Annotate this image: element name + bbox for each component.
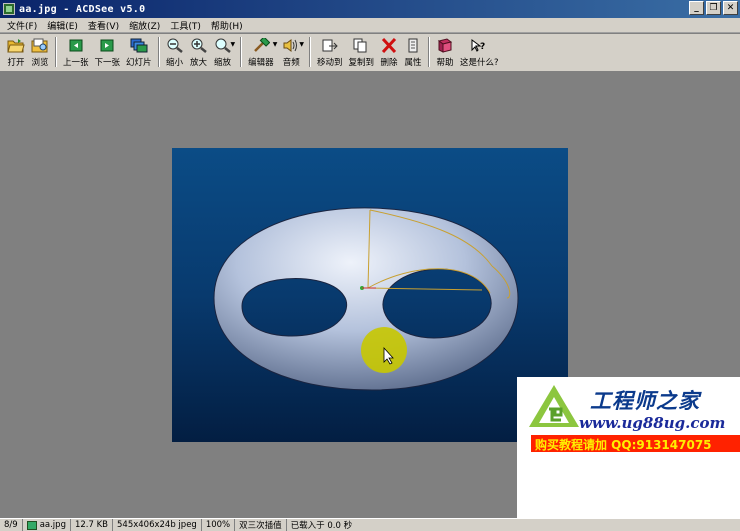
jpeg-file-icon (26, 520, 37, 530)
properties-icon (404, 37, 422, 53)
previous-image-button[interactable]: 上一张 (60, 37, 92, 69)
menu-view[interactable]: 查看(V) (83, 19, 124, 32)
copy-to-button[interactable]: 复制到 (345, 37, 377, 69)
close-button[interactable]: ✕ (723, 1, 738, 15)
browse-icon (31, 37, 49, 53)
status-filename: aa.jpg (39, 520, 66, 530)
whats-this-icon: ? (470, 37, 488, 53)
slideshow-label: 幻灯片 (126, 58, 152, 68)
zoom-out-icon (166, 37, 184, 53)
help-button[interactable]: 帮助 (433, 37, 457, 69)
toolbar-separator (427, 37, 430, 67)
menu-bar: 文件(F) 编辑(E) 查看(V) 缩放(Z) 工具(T) 帮助(H) (0, 18, 740, 33)
watermark-promo-text: 购买教程请加 QQ:913147075 (535, 438, 712, 452)
status-image-index: 8/9 (0, 519, 23, 531)
audio-label: 音频 (282, 58, 300, 68)
window-controls: _ ❐ ✕ (689, 1, 738, 15)
toolbar: 打开 浏览 上一张 下一张 幻灯片 缩小 放大 缩放 ▼ 编辑器 ▼ 音频 ▼ … (0, 34, 740, 72)
status-bar: 8/9 aa.jpg 12.7 KB 545x406x24b jpeg 100%… (0, 518, 740, 531)
browse-label: 浏览 (31, 58, 49, 68)
minimize-button[interactable]: _ (689, 1, 704, 15)
properties-label: 属性 (404, 58, 422, 68)
svg-text:?: ? (480, 42, 485, 52)
move-to-icon (321, 37, 339, 53)
next-image-button[interactable]: 下一张 (92, 37, 124, 69)
next-image-label: 下一张 (94, 58, 121, 68)
copy-to-icon (352, 37, 370, 53)
whats-this-button[interactable]: ? 这是什么? (457, 37, 502, 69)
menu-file[interactable]: 文件(F) (2, 19, 42, 32)
open-folder-icon (7, 37, 25, 53)
zoom-icon (214, 37, 232, 53)
slideshow-icon (130, 37, 148, 53)
delete-button[interactable]: 删除 (377, 37, 401, 69)
zoom-out-label: 缩小 (166, 58, 184, 68)
watermark-site-name: 工程师之家 (590, 389, 700, 413)
whats-this-label: 这是什么? (459, 58, 499, 68)
browse-button[interactable]: 浏览 (28, 37, 52, 69)
audio-dropdown-chevron-icon[interactable]: ▼ (299, 41, 304, 48)
watermark-overlay: 工程师之家 www.ug88ug.com 购买教程请加 QQ:913147075 (517, 377, 740, 518)
status-dimensions: 545x406x24b jpeg (113, 519, 202, 531)
status-filesize: 12.7 KB (71, 519, 114, 531)
editor-dropdown-chevron-icon[interactable]: ▼ (273, 41, 278, 48)
open-button[interactable]: 打开 (4, 37, 28, 69)
acdsee-app-icon[interactable] (3, 3, 15, 15)
toolbar-separator (308, 37, 311, 67)
delete-x-icon (380, 37, 398, 53)
toolbar-separator (240, 37, 243, 67)
status-filename-cell: aa.jpg (23, 519, 71, 531)
title-bar[interactable]: aa.jpg - ACDSee v5.0 _ ❐ ✕ (0, 0, 740, 18)
engineer-home-logo-icon (529, 385, 579, 427)
toolbar-separator (55, 37, 57, 67)
open-label: 打开 (7, 58, 25, 68)
move-to-label: 移动到 (316, 58, 343, 68)
toolbar-separator (157, 37, 160, 67)
delete-label: 删除 (380, 58, 398, 68)
menu-help[interactable]: 帮助(H) (206, 19, 248, 32)
move-to-button[interactable]: 移动到 (314, 37, 346, 69)
previous-image-icon (67, 37, 85, 53)
status-zoom: 100% (202, 519, 236, 531)
status-interpolation: 双三次插值 (235, 519, 287, 531)
editor-label: 编辑器 (248, 58, 274, 68)
menu-tools[interactable]: 工具(T) (165, 19, 206, 32)
zoom-dropdown-chevron-icon[interactable]: ▼ (231, 41, 236, 48)
watermark-url: www.ug88ug.com (579, 414, 726, 432)
editor-hammer-icon (252, 37, 270, 53)
zoom-label: 缩放 (214, 58, 232, 68)
menu-edit[interactable]: 编辑(E) (42, 19, 83, 32)
speaker-icon (282, 37, 300, 53)
zoom-out-button[interactable]: 缩小 (163, 37, 187, 69)
acdsee-window: aa.jpg - ACDSee v5.0 _ ❐ ✕ 文件(F) 编辑(E) 查… (0, 0, 740, 531)
window-title: aa.jpg - ACDSee v5.0 (19, 3, 146, 15)
copy-to-label: 复制到 (348, 58, 374, 68)
slideshow-button[interactable]: 幻灯片 (123, 37, 155, 69)
status-load-time: 已载入于 0.0 秒 (290, 521, 353, 531)
displayed-image[interactable] (172, 148, 568, 442)
properties-button[interactable]: 属性 (401, 37, 425, 69)
zoom-in-button[interactable]: 放大 (187, 37, 211, 69)
restore-button[interactable]: ❐ (706, 1, 721, 15)
next-image-icon (98, 37, 116, 53)
previous-image-label: 上一张 (63, 58, 89, 68)
zoom-in-icon (190, 37, 208, 53)
zoom-in-label: 放大 (190, 58, 208, 68)
menu-zoom[interactable]: 缩放(Z) (124, 19, 165, 32)
help-book-icon (436, 37, 454, 53)
help-label: 帮助 (436, 58, 454, 68)
